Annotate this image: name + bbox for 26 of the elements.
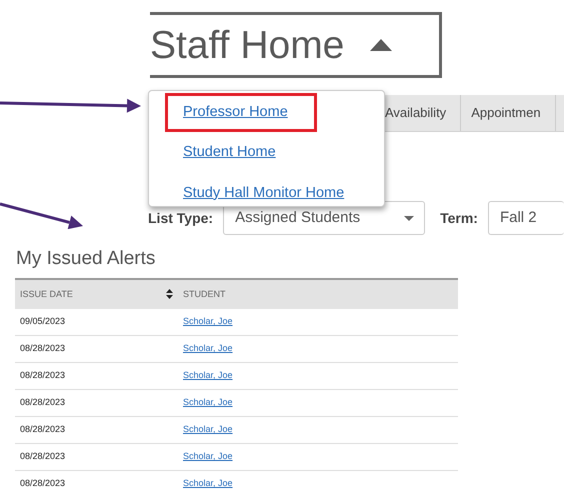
select-field[interactable]: Fall 2 [488,201,564,235]
filter-label: List Type: [148,208,214,228]
column-header[interactable]: ISSUE DATE [20,288,73,302]
menu-item[interactable]: Student Home [165,133,293,173]
student-link[interactable]: Scholar, Joe [183,396,233,410]
student-link[interactable]: Scholar, Joe [183,450,233,464]
table-cell-text: 08/28/2023 [20,423,66,436]
column-header[interactable]: STUDENT [183,288,226,302]
table-cell-text: 08/28/2023 [20,342,66,356]
student-link[interactable]: Scholar, Joe [183,342,233,356]
section-heading: My Issued Alerts [16,249,156,270]
table-cell-text: 08/28/2023 [20,450,66,464]
tab[interactable]: Appointmen [461,95,556,131]
table-cell-text: 08/28/2023 [20,396,66,410]
student-link[interactable]: Scholar, Joe [183,369,233,383]
table-cell-text: 09/05/2023 [20,315,66,328]
filter-label: Term: [440,208,478,228]
page-title-dropdown[interactable]: Staff Home [150,12,442,78]
menu-item[interactable]: Professor Home [165,93,317,132]
student-link[interactable]: Scholar, Joe [183,423,233,437]
table-cell-text: 08/28/2023 [20,369,66,382]
table-cell-text: 08/28/2023 [20,477,66,490]
student-link[interactable]: Scholar, Joe [183,477,233,491]
sort-icon[interactable] [166,289,173,300]
caret-icon [404,216,414,220]
student-link[interactable]: Scholar, Joe [183,315,233,329]
